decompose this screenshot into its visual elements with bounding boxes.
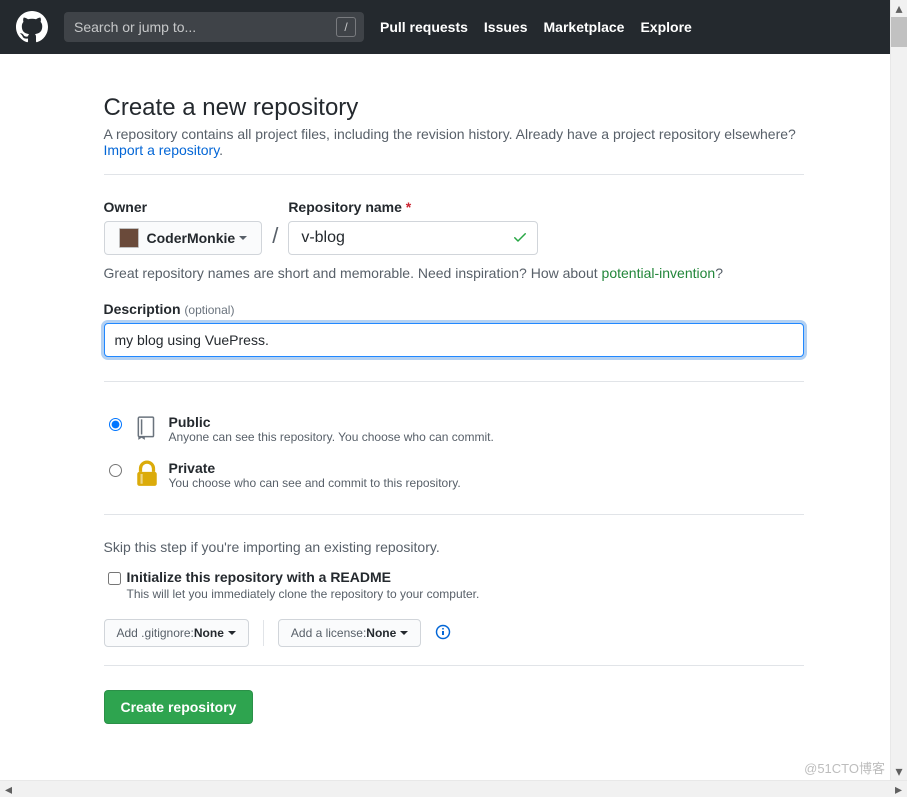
import-repository-link[interactable]: Import a repository bbox=[104, 142, 220, 158]
license-pre: Add a license: bbox=[291, 626, 366, 640]
scroll-right-icon[interactable]: ▸ bbox=[890, 781, 907, 797]
divider bbox=[104, 174, 804, 175]
visibility-public-row[interactable]: Public Anyone can see this repository. Y… bbox=[104, 406, 804, 452]
owner-select[interactable]: CoderMonkie bbox=[104, 221, 263, 255]
init-readme-checkbox[interactable] bbox=[108, 572, 121, 585]
nav-pull-requests[interactable]: Pull requests bbox=[380, 19, 468, 35]
description-label-text: Description bbox=[104, 301, 181, 317]
global-header: / Pull requests Issues Marketplace Explo… bbox=[0, 0, 890, 54]
description-label: Description (optional) bbox=[104, 301, 235, 317]
search-input[interactable] bbox=[72, 18, 336, 36]
owner-avatar bbox=[119, 228, 139, 248]
description-input[interactable] bbox=[104, 323, 804, 357]
check-icon bbox=[512, 229, 528, 248]
hint-pre: Great repository names are short and mem… bbox=[104, 265, 602, 281]
divider bbox=[104, 381, 804, 382]
owner-label: Owner bbox=[104, 199, 263, 215]
owner-name: CoderMonkie bbox=[147, 228, 236, 248]
license-select[interactable]: Add a license: None bbox=[278, 619, 421, 647]
gitignore-value: None bbox=[194, 626, 224, 640]
readme-title: Initialize this repository with a README bbox=[127, 569, 480, 585]
page-lead: A repository contains all project files,… bbox=[104, 126, 804, 158]
page-title: Create a new repository bbox=[104, 94, 804, 122]
lock-icon bbox=[131, 460, 163, 488]
visibility-public-radio[interactable] bbox=[109, 418, 122, 431]
primary-nav: Pull requests Issues Marketplace Explore bbox=[380, 19, 708, 35]
divider-vertical bbox=[263, 620, 264, 646]
gitignore-pre: Add .gitignore: bbox=[117, 626, 194, 640]
init-readme-row[interactable]: Initialize this repository with a README… bbox=[104, 569, 804, 601]
chevron-down-icon bbox=[239, 236, 247, 240]
private-desc: You choose who can see and commit to thi… bbox=[169, 476, 461, 490]
divider bbox=[104, 514, 804, 515]
name-hint: Great repository names are short and mem… bbox=[104, 265, 804, 281]
global-search[interactable]: / bbox=[64, 12, 364, 42]
public-desc: Anyone can see this repository. You choo… bbox=[169, 430, 494, 444]
github-logo[interactable] bbox=[16, 11, 48, 43]
hint-post: ? bbox=[715, 265, 723, 281]
chevron-down-icon bbox=[228, 631, 236, 635]
name-suggestion[interactable]: potential-invention bbox=[602, 265, 716, 281]
skip-hint: Skip this step if you're importing an ex… bbox=[104, 539, 804, 555]
nav-explore[interactable]: Explore bbox=[640, 19, 691, 35]
horizontal-scrollbar[interactable]: ◂ ▸ bbox=[0, 780, 907, 797]
optional-text: (optional) bbox=[184, 303, 234, 317]
divider bbox=[104, 665, 804, 666]
readme-desc: This will let you immediately clone the … bbox=[127, 587, 480, 601]
public-title: Public bbox=[169, 414, 494, 430]
scroll-left-icon[interactable]: ◂ bbox=[0, 781, 17, 797]
repo-label-text: Repository name bbox=[288, 199, 402, 215]
slash-separator: / bbox=[272, 223, 278, 249]
nav-issues[interactable]: Issues bbox=[484, 19, 528, 35]
info-icon[interactable] bbox=[435, 624, 451, 643]
private-title: Private bbox=[169, 460, 461, 476]
scroll-down-icon[interactable]: ▾ bbox=[891, 763, 907, 780]
slash-key-hint: / bbox=[336, 17, 356, 37]
watermark: @51CTO博客 bbox=[804, 758, 885, 777]
period: . bbox=[219, 142, 223, 158]
nav-marketplace[interactable]: Marketplace bbox=[544, 19, 625, 35]
main-content: Create a new repository A repository con… bbox=[104, 54, 804, 724]
visibility-private-radio[interactable] bbox=[109, 464, 122, 477]
gitignore-select[interactable]: Add .gitignore: None bbox=[104, 619, 249, 647]
create-repository-button[interactable]: Create repository bbox=[104, 690, 254, 724]
required-marker: * bbox=[406, 199, 411, 215]
license-value: None bbox=[366, 626, 396, 640]
visibility-private-row[interactable]: Private You choose who can see and commi… bbox=[104, 452, 804, 498]
vertical-scrollbar[interactable]: ▴ ▾ bbox=[890, 0, 907, 780]
repo-name-label: Repository name * bbox=[288, 199, 528, 215]
repo-public-icon bbox=[131, 414, 163, 442]
repo-name-input[interactable] bbox=[288, 221, 538, 255]
chevron-down-icon bbox=[400, 631, 408, 635]
scrollbar-thumb[interactable] bbox=[891, 17, 907, 47]
scroll-up-icon[interactable]: ▴ bbox=[891, 0, 907, 17]
lead-text: A repository contains all project files,… bbox=[104, 126, 796, 142]
